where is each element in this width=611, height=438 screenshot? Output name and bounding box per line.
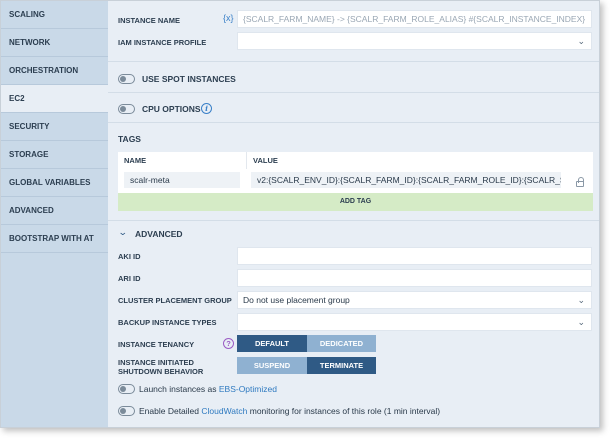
divider — [108, 220, 599, 221]
lock-icon — [576, 177, 584, 187]
ebs-optimized-prefix: Launch instances as — [139, 384, 219, 394]
chevron-down-icon: ⌄ — [577, 295, 585, 305]
aki-id-label: AKI ID — [118, 252, 141, 261]
instance-name-input[interactable]: {SCALR_FARM_NAME} -> {SCALR_FARM_ROLE_AL… — [237, 10, 592, 28]
shutdown-behavior-label-line2: SHUTDOWN BEHAVIOR — [118, 367, 204, 376]
backup-instance-types-select[interactable]: ⌄ — [237, 313, 592, 331]
cpu-options-label: CPU OPTIONS — [142, 104, 201, 114]
ebs-optimized-toggle[interactable] — [118, 384, 135, 394]
cloudwatch-link[interactable]: CloudWatch — [201, 406, 247, 416]
advanced-title[interactable]: ADVANCED — [135, 229, 183, 239]
ari-id-label: ARI ID — [118, 274, 141, 283]
cloudwatch-prefix: Enable Detailed — [139, 406, 202, 416]
cloudwatch-toggle[interactable] — [118, 406, 135, 416]
sidebar-item-security[interactable]: SECURITY — [1, 113, 108, 141]
main-panel: INSTANCE NAME {x} {SCALR_FARM_NAME} -> {… — [108, 1, 599, 427]
info-icon[interactable]: i — [201, 103, 212, 114]
sidebar-item-network[interactable]: NETWORK — [1, 29, 108, 57]
tag-name-input[interactable]: scalr-meta — [124, 172, 240, 188]
shutdown-suspend-button[interactable]: SUSPEND — [237, 357, 307, 374]
tenancy-dedicated-button[interactable]: DEDICATED — [307, 335, 376, 352]
iam-instance-profile-select[interactable]: ⌄ — [237, 32, 592, 50]
sidebar-item-global-variables[interactable]: GLOBAL VARIABLES — [1, 169, 108, 197]
sidebar-item-advanced[interactable]: ADVANCED — [1, 197, 108, 225]
sidebar-item-scaling[interactable]: SCALING — [1, 1, 108, 29]
shutdown-behavior-label-line1: INSTANCE INITIATED — [118, 358, 194, 367]
sidebar-item-storage[interactable]: STORAGE — [1, 141, 108, 169]
tenancy-default-button[interactable]: DEFAULT — [237, 335, 307, 352]
divider — [108, 122, 599, 123]
instance-tenancy-label: INSTANCE TENANCY — [118, 340, 195, 349]
cloudwatch-suffix: monitoring for instances of this role (1… — [247, 406, 441, 416]
cluster-placement-group-label: CLUSTER PLACEMENT GROUP — [118, 296, 232, 305]
sidebar: SCALING NETWORK ORCHESTRATION EC2 SECURI… — [1, 1, 108, 427]
sidebar-item-ec2[interactable]: EC2 — [1, 85, 108, 113]
chevron-down-icon[interactable]: ⌄ — [118, 227, 128, 238]
variable-icon: {x} — [223, 13, 234, 23]
divider — [108, 61, 599, 62]
backup-instance-types-label: BACKUP INSTANCE TYPES — [118, 318, 217, 327]
tags-column-value: VALUE — [246, 152, 566, 169]
ari-id-input[interactable] — [237, 269, 592, 287]
shutdown-terminate-button[interactable]: TERMINATE — [307, 357, 376, 374]
cluster-placement-group-value: Do not use placement group — [243, 295, 350, 305]
instance-name-label: INSTANCE NAME — [118, 16, 180, 25]
help-icon[interactable]: ? — [223, 338, 234, 349]
cluster-placement-group-select[interactable]: Do not use placement group ⌄ — [237, 291, 592, 309]
aki-id-input[interactable] — [237, 247, 592, 265]
divider — [108, 92, 599, 93]
chevron-down-icon: ⌄ — [577, 317, 585, 327]
cloudwatch-text: Enable Detailed CloudWatch monitoring fo… — [139, 406, 440, 416]
iam-instance-profile-label: IAM INSTANCE PROFILE — [118, 38, 207, 47]
add-tag-button[interactable]: ADD TAG — [118, 193, 593, 211]
tag-value-input[interactable]: v2:{SCALR_ENV_ID}:{SCALR_FARM_ID}:{SCALR… — [251, 172, 561, 188]
cpu-options-toggle[interactable] — [118, 104, 135, 114]
spot-instances-toggle[interactable] — [118, 74, 135, 84]
tags-column-name: NAME — [124, 156, 147, 165]
ebs-optimized-text: Launch instances as EBS-Optimized — [139, 384, 277, 394]
spot-instances-label: USE SPOT INSTANCES — [142, 74, 236, 84]
tags-title: TAGS — [118, 134, 141, 144]
ebs-optimized-link[interactable]: EBS-Optimized — [219, 384, 277, 394]
chevron-down-icon: ⌄ — [577, 36, 585, 46]
tags-table: NAME VALUE scalr-meta v2:{SCALR_ENV_ID}:… — [118, 152, 593, 211]
farm-role-editor: SCALING NETWORK ORCHESTRATION EC2 SECURI… — [0, 0, 600, 428]
sidebar-item-bootstrap-with-at[interactable]: BOOTSTRAP WITH AT — [1, 225, 108, 253]
sidebar-item-orchestration[interactable]: ORCHESTRATION — [1, 57, 108, 85]
